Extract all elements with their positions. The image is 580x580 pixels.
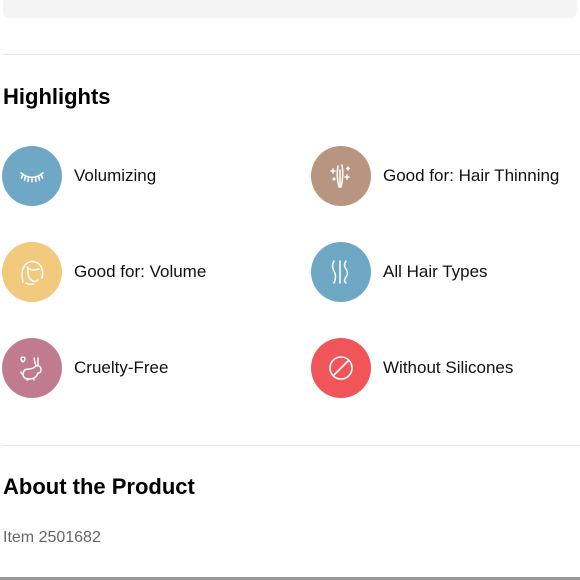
highlight-label: Cruelty-Free <box>74 358 169 377</box>
highlight-label: Without Silicones <box>383 358 514 377</box>
wavy-hair-icon <box>311 242 371 302</box>
prohibited-icon <box>311 338 371 398</box>
highlight-label: Good for: Volume <box>74 262 207 281</box>
eyelash-icon <box>2 146 62 206</box>
bunny-heart-icon <box>2 338 62 398</box>
highlight-without-silicones: Without Silicones <box>311 338 513 398</box>
hair-volume-head-icon <box>2 242 62 302</box>
divider <box>3 54 580 55</box>
item-number: Item 2501682 <box>3 529 101 546</box>
highlight-label: Good for: Hair Thinning <box>383 166 560 185</box>
highlight-hair-thinning: Good for: Hair Thinning <box>311 146 559 206</box>
highlight-cruelty-free: Cruelty-Free <box>2 338 168 398</box>
highlight-volume: Good for: Volume <box>2 242 206 302</box>
highlights-heading: Highlights <box>3 84 111 109</box>
highlight-all-hair-types: All Hair Types <box>311 242 488 302</box>
top-card-edge <box>3 0 577 18</box>
highlight-label: Volumizing <box>74 166 157 185</box>
about-product-heading: About the Product <box>3 474 195 499</box>
hair-strand-sparkle-icon <box>311 146 371 206</box>
highlight-label: All Hair Types <box>383 262 488 281</box>
highlight-volumizing: Volumizing <box>2 146 156 206</box>
divider <box>3 445 580 446</box>
